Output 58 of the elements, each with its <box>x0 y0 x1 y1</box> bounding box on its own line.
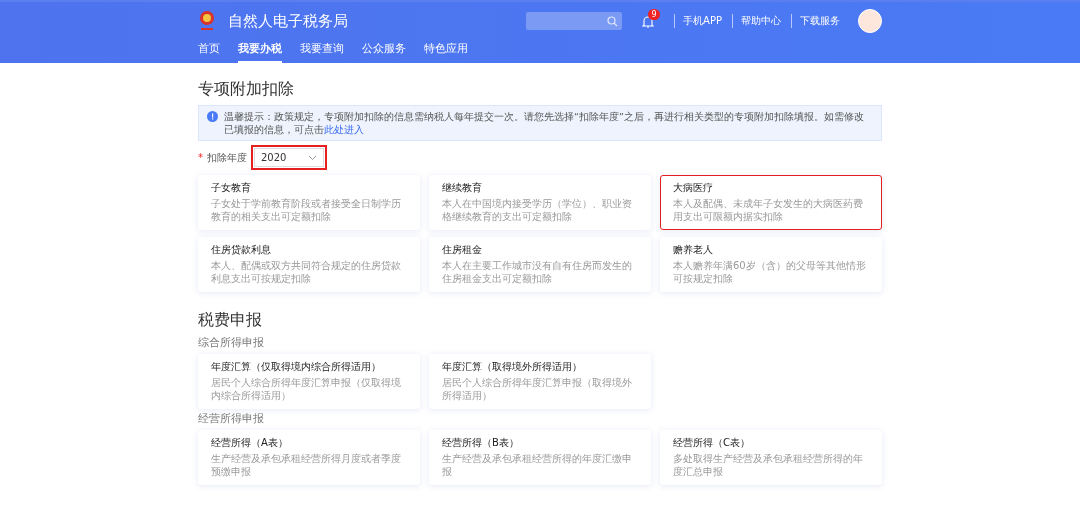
card-title: 经营所得（A表） <box>211 436 289 450</box>
year-dropdown[interactable]: 2020 <box>254 148 324 167</box>
card-title: 大病医疗 <box>673 181 714 195</box>
service-card[interactable]: 住房贷款利息 本人、配偶或双方共同符合规定的住房贷款利息支出可按规定扣除 <box>198 237 420 292</box>
service-card[interactable]: 经营所得（A表） 生产经营及承包承租经营所得月度或者季度预缴申报 <box>198 430 420 485</box>
card-title: 继续教育 <box>442 181 483 195</box>
section-title: 专项附加扣除 <box>198 79 295 100</box>
nav-tab[interactable]: 特色应用 <box>424 42 468 63</box>
card-description: 居民个人综合所得年度汇算申报（仅取得境内综合所得适用） <box>211 376 402 402</box>
notice-link[interactable]: 此处进入 <box>324 124 364 135</box>
card-description: 居民个人综合所得年度汇算申报（取得境外所得适用） <box>442 376 633 402</box>
section-title: 税费申报 <box>198 310 263 331</box>
card-description: 生产经营及承包承租经营所得的年度汇缴申报 <box>442 452 633 478</box>
search-field[interactable] <box>526 12 623 30</box>
notification-badge: 9 <box>648 8 661 20</box>
service-card[interactable]: 大病医疗 本人及配偶、未成年子女发生的大病医药费用支出可限额内据实扣除 <box>660 175 882 230</box>
service-card[interactable]: 住房租金 本人在主要工作城市没有自有住房而发生的住房租金支出可定额扣除 <box>429 237 651 292</box>
card-description: 本人及配偶、未成年子女发生的大病医药费用支出可限额内据实扣除 <box>673 197 864 223</box>
card-description: 本人赡养年满60岁（含）的父母等其他情形可按规定扣除 <box>673 259 867 285</box>
service-card[interactable]: 经营所得（B表） 生产经营及承包承租经营所得的年度汇缴申报 <box>429 430 651 485</box>
service-card[interactable]: 子女教育 子女处于学前教育阶段或者接受全日制学历教育的相关支出可定额扣除 <box>198 175 420 230</box>
card-title: 年度汇算（取得境外所得适用） <box>442 360 583 374</box>
chevron-down-icon <box>308 154 317 161</box>
card-title: 住房租金 <box>442 243 483 257</box>
card-description: 本人在主要工作城市没有自有住房而发生的住房租金支出可定额扣除 <box>442 259 633 285</box>
nav-tab[interactable]: 我要办税 <box>238 42 282 63</box>
header-link[interactable]: 手机APP <box>674 14 722 28</box>
service-card[interactable]: 经营所得（C表） 多处取得生产经营及承包承租经营所得的年度汇总申报 <box>660 430 882 485</box>
avatar[interactable] <box>858 9 882 33</box>
card-description: 本人、配偶或双方共同符合规定的住房贷款利息支出可按规定扣除 <box>211 259 402 285</box>
card-description: 本人在中国境内接受学历（学位）、职业资格继续教育的支出可定额扣除 <box>442 197 633 223</box>
card-title: 住房贷款利息 <box>211 243 272 257</box>
group-title: 综合所得申报 <box>198 336 265 350</box>
info-icon <box>207 111 218 122</box>
service-card[interactable]: 年度汇算（仅取得境内综合所得适用） 居民个人综合所得年度汇算申报（仅取得境内综合所得适用） <box>198 354 420 409</box>
field-label: 扣除年度 <box>207 150 247 165</box>
card-title: 年度汇算（仅取得境内综合所得适用） <box>211 360 382 374</box>
nav-tab[interactable]: 我要查询 <box>300 42 344 63</box>
card-title: 子女教育 <box>211 181 252 195</box>
header-link[interactable]: 帮助中心 <box>732 14 781 28</box>
emblem-icon <box>198 10 216 32</box>
card-title: 经营所得（C表） <box>673 436 751 450</box>
card-title: 经营所得（B表） <box>442 436 520 450</box>
header-link[interactable]: 下载服务 <box>791 14 840 28</box>
group-title: 经营所得申报 <box>198 412 265 426</box>
card-description: 子女处于学前教育阶段或者接受全日制学历教育的相关支出可定额扣除 <box>211 197 402 223</box>
card-description: 生产经营及承包承租经营所得月度或者季度预缴申报 <box>211 452 402 478</box>
service-card[interactable]: 年度汇算（取得境外所得适用） 居民个人综合所得年度汇算申报（取得境外所得适用） <box>429 354 651 409</box>
service-card[interactable]: 继续教育 本人在中国境内接受学历（学位）、职业资格继续教育的支出可定额扣除 <box>429 175 651 230</box>
nav-tab[interactable]: 首页 <box>198 42 220 63</box>
card-description: 多处取得生产经营及承包承租经营所得的年度汇总申报 <box>673 452 864 478</box>
required-mark: * <box>198 152 203 163</box>
notice-text: 温馨提示：政策规定，专项附加扣除的信息需纳税人每年提交一次。请您先选择“扣除年度”之后，再进行相关类型的专项附加扣除填报。如需修改已填报的信息，可点击此处进入 <box>224 110 865 136</box>
search-icon <box>607 15 619 27</box>
service-card[interactable]: 赡养老人 本人赡养年满60岁（含）的父母等其他情形可按规定扣除 <box>660 237 882 292</box>
site-title: 自然人电子税务局 <box>228 11 348 31</box>
card-title: 赡养老人 <box>673 243 714 257</box>
nav-tab[interactable]: 公众服务 <box>362 42 406 63</box>
